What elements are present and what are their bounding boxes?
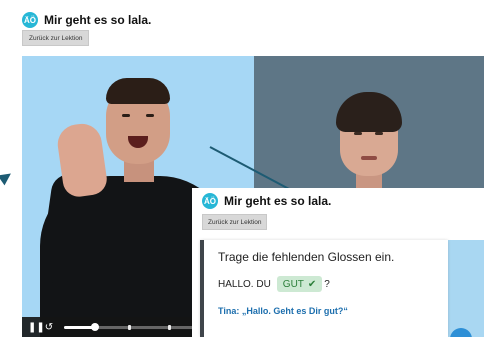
exercise-card: Trage die fehlenden Glossen ein. HALLO. … xyxy=(200,240,448,337)
gloss-answer-text: GUT xyxy=(282,278,304,290)
popup-right-background xyxy=(448,240,484,337)
video-progress-knob[interactable] xyxy=(90,322,99,331)
popup-header: ÄÖ Mir geht es so lala. xyxy=(202,193,331,209)
chapter-marker xyxy=(128,324,131,330)
popup-back-to-lesson-button[interactable]: Zurück zur Lektion xyxy=(202,214,268,230)
signer-left-eye xyxy=(146,114,154,117)
gloss-suffix: ? xyxy=(324,278,330,290)
dialog-line: Tina: „Hallo. Geht es Dir gut?“ xyxy=(218,306,348,316)
page-title: Mir geht es so lala. xyxy=(44,13,152,27)
exercise-prompt: Trage die fehlenden Glossen ein. xyxy=(218,250,395,264)
popup-title: Mir geht es so lala. xyxy=(224,194,332,208)
page-header: ÄÖ Mir geht es so lala. xyxy=(22,9,151,31)
gloss-answer-field[interactable]: GUT ✔ xyxy=(276,276,323,292)
chapter-marker xyxy=(168,324,171,330)
signer-right-eye xyxy=(354,132,362,135)
signer-right-mouth xyxy=(361,156,377,160)
signer-left-hair xyxy=(106,78,170,104)
exercise-popup: ÄÖ Mir geht es so lala. Zurück zur Lekti… xyxy=(192,188,484,337)
signer-left-eye xyxy=(122,114,130,117)
replay-icon[interactable]: ↺ xyxy=(42,322,56,333)
left-arrow-icon xyxy=(0,168,15,186)
logo-icon: ÄÖ xyxy=(22,12,38,28)
back-to-lesson-button[interactable]: Zurück zur Lektion xyxy=(22,30,90,46)
logo-icon: ÄÖ xyxy=(202,193,218,209)
gloss-prefix: HALLO. DU xyxy=(218,278,271,290)
video-progress-bar[interactable] xyxy=(64,322,204,331)
check-icon: ✔ xyxy=(307,278,317,290)
signer-right-eye xyxy=(375,132,383,135)
gloss-row: HALLO. DU GUT ✔ ? xyxy=(218,276,330,292)
pause-icon[interactable]: ❚❚ xyxy=(28,322,45,333)
